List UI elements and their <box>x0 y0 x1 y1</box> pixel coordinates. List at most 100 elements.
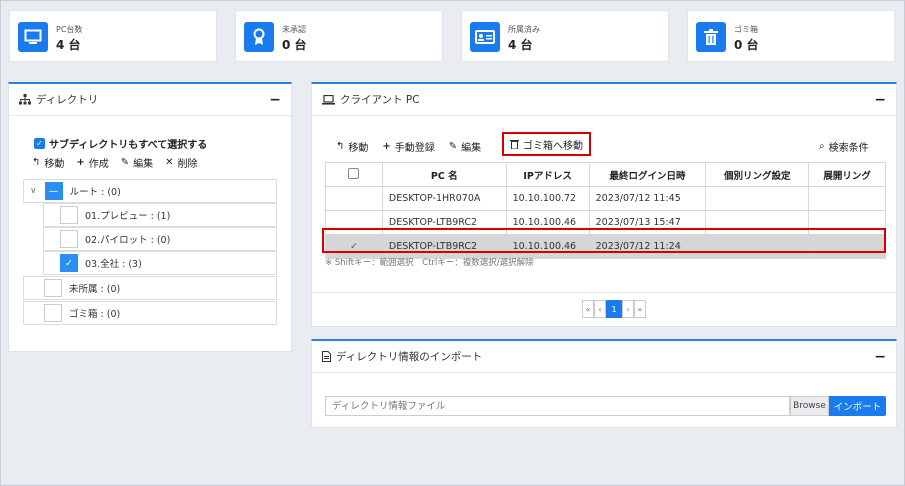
table-row[interactable]: DESKTOP-1HR070A 10.10.100.72 2023/07/12 … <box>325 186 886 211</box>
column-header[interactable]: 最終ログイン日時 <box>588 162 707 187</box>
row-select-cell[interactable]: ✓ <box>325 234 383 259</box>
column-header[interactable]: 展開リング <box>808 162 886 187</box>
tree-node-root[interactable]: ∨ — ルート : (0) <box>23 179 277 203</box>
edit-icon: ✎ <box>120 157 130 168</box>
card-value: 4 台 <box>56 38 81 52</box>
create-button[interactable]: + 作成 <box>76 155 108 170</box>
collapse-button[interactable]: − <box>269 92 281 108</box>
tree-node-trash[interactable]: ゴミ箱 : (0) <box>23 301 277 325</box>
tree-node-label: 01.プレビュー : (1) <box>85 211 171 222</box>
laptop-icon <box>322 94 335 105</box>
column-header[interactable]: IPアドレス <box>505 162 590 187</box>
pagination: « ‹ 1 › » <box>582 300 646 318</box>
monitor-icon <box>18 22 48 52</box>
pagination-divider <box>312 292 896 293</box>
table-header-row: PC 名 IPアドレス 最終ログイン日時 個別リング設定 展開リング <box>325 162 886 187</box>
directory-panel: ディレクトリ − ✓ サブディレクトリもすべて選択する ↰ 移動 + 作成 ✎ 編集 … <box>8 82 292 352</box>
tree-node-company[interactable]: ✓ 03.全社 : (3) <box>43 251 277 275</box>
card-label: ゴミ箱 <box>734 25 758 34</box>
checkbox-icon[interactable] <box>348 167 360 179</box>
row-select-cell[interactable] <box>325 210 383 235</box>
select-all-label: サブディレクトリもすべて選択する <box>49 140 208 151</box>
collapse-button[interactable]: − <box>874 92 886 108</box>
tree-node-pilot[interactable]: 02.パイロット : (0) <box>43 227 277 251</box>
edit-button[interactable]: ✎ 編集 <box>449 139 481 154</box>
directory-toolbar: ↰ 移動 + 作成 ✎ 編集 ✕ 削除 <box>32 155 198 170</box>
ip-cell: 10.10.100.46 <box>505 210 590 235</box>
ip-cell: 10.10.100.72 <box>505 186 590 211</box>
trash-icon <box>510 140 519 149</box>
panel-title: クライアント PC <box>340 94 420 106</box>
table-row-selected[interactable]: ✓ DESKTOP-LTB9RC2 10.10.100.46 2023/07/1… <box>325 234 886 259</box>
sitemap-icon <box>19 94 31 105</box>
prev-page-button[interactable]: ‹ <box>594 300 606 318</box>
directory-file-input[interactable] <box>325 396 790 416</box>
tree-node-label: 03.全社 : (3) <box>85 259 142 270</box>
tree-checkbox[interactable] <box>60 230 78 248</box>
page-button[interactable]: 1 <box>606 300 622 318</box>
chevron-down-icon[interactable]: ∨ <box>30 186 37 196</box>
import-button[interactable]: インポート <box>829 396 886 416</box>
panel-title: ディレクトリ <box>36 94 99 106</box>
card-value: 4 台 <box>508 38 533 52</box>
browse-button[interactable]: Browse <box>790 396 829 416</box>
file-icon <box>322 351 331 362</box>
card-trash: ゴミ箱 0 台 <box>687 10 895 62</box>
ring-cell <box>705 186 810 211</box>
directory-panel-header: ディレクトリ − <box>9 84 291 116</box>
tree-checkbox[interactable] <box>44 279 62 297</box>
check-icon[interactable]: ✓ <box>60 254 78 272</box>
manual-register-button[interactable]: + 手動登録 <box>382 139 434 154</box>
card-value: 0 台 <box>734 38 759 52</box>
tree-node-preview[interactable]: 01.プレビュー : (1) <box>43 203 277 227</box>
card-unapproved: 未承認 0 台 <box>235 10 443 62</box>
tree-node-unassigned[interactable]: 未所属 : (0) <box>23 276 277 300</box>
delete-button[interactable]: ✕ 削除 <box>165 155 197 170</box>
x-icon: ✕ <box>165 157 174 168</box>
plus-icon: + <box>76 157 85 168</box>
select-all-checkbox-cell[interactable] <box>325 162 383 187</box>
card-label: 未承認 <box>282 25 306 34</box>
column-header[interactable]: PC 名 <box>381 162 507 187</box>
import-panel-header: ディレクトリ情報のインポート − <box>312 341 896 373</box>
search-conditions-button[interactable]: ⌕ 検索条件 <box>819 139 869 154</box>
card-value: 0 台 <box>282 38 307 52</box>
edit-icon: ✎ <box>448 141 458 152</box>
tree-node-label: ルート : (0) <box>69 187 121 198</box>
tree-node-label: 02.パイロット : (0) <box>85 235 171 246</box>
id-card-icon <box>470 22 500 52</box>
login-cell: 2023/07/12 11:24 <box>588 234 707 259</box>
edit-button[interactable]: ✎ 編集 <box>121 155 153 170</box>
column-header[interactable]: 個別リング設定 <box>705 162 810 187</box>
last-page-button[interactable]: » <box>634 300 646 318</box>
trash-icon <box>696 22 726 52</box>
card-label: PC台数 <box>56 25 83 34</box>
first-page-button[interactable]: « <box>582 300 594 318</box>
award-icon <box>244 22 274 52</box>
card-pc-count: PC台数 4 台 <box>9 10 217 62</box>
tree-checkbox[interactable] <box>44 304 62 322</box>
checkbox-checked-icon[interactable]: ✓ <box>34 138 45 149</box>
ring-cell <box>705 210 810 235</box>
login-cell: 2023/07/12 11:45 <box>588 186 707 211</box>
deploy-ring-cell <box>808 234 886 259</box>
table-row[interactable]: DESKTOP-LTB9RC2 10.10.100.46 2023/07/13 … <box>325 210 886 235</box>
reply-arrow-icon: ↰ <box>32 157 41 168</box>
ring-cell <box>705 234 810 259</box>
import-panel: ディレクトリ情報のインポート − Browse インポート <box>311 339 897 428</box>
pc-name-cell: DESKTOP-LTB9RC2 <box>381 210 507 235</box>
collapse-button[interactable]: − <box>874 349 886 365</box>
ip-cell: 10.10.100.46 <box>505 234 590 259</box>
row-select-cell[interactable] <box>325 186 383 211</box>
tree-node-label: 未所属 : (0) <box>69 284 121 295</box>
next-page-button[interactable]: › <box>622 300 634 318</box>
partial-check-icon[interactable]: — <box>44 182 63 200</box>
move-to-trash-button[interactable]: ゴミ箱へ移動 <box>502 132 591 156</box>
select-all-subdirectories[interactable]: ✓ サブディレクトリもすべて選択する <box>34 136 207 151</box>
move-button[interactable]: ↰ 移動 <box>336 139 368 154</box>
tree-checkbox[interactable] <box>60 206 78 224</box>
check-icon: ✓ <box>349 241 358 252</box>
search-icon: ⌕ <box>819 141 825 152</box>
move-button[interactable]: ↰ 移動 <box>32 155 64 170</box>
pc-name-cell: DESKTOP-1HR070A <box>381 186 507 211</box>
